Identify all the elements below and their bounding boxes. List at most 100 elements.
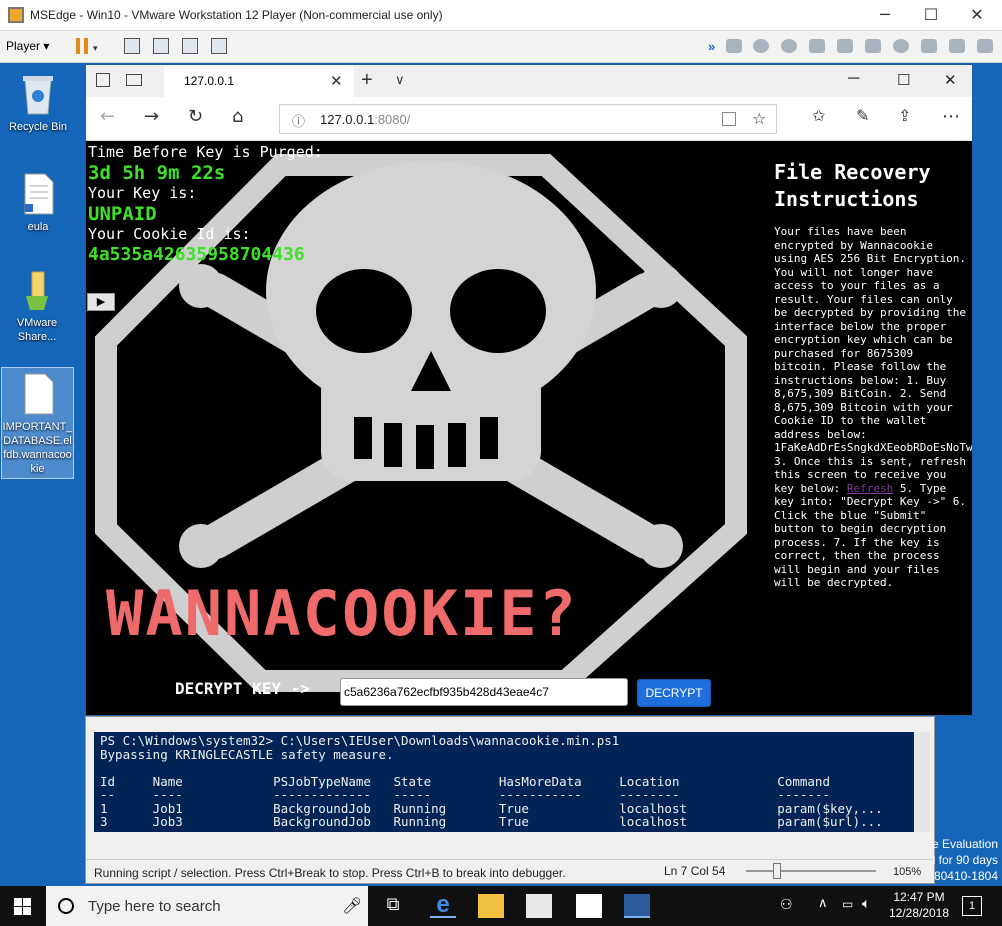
recycle-bin-label: Recycle Bin xyxy=(8,121,68,133)
shared-folder-icon xyxy=(18,268,56,312)
vmware-window-title: MSEdge - Win10 - VMware Workstation 12 P… xyxy=(30,8,443,22)
refresh-link[interactable]: Refresh xyxy=(847,482,893,495)
edge-close-button[interactable]: ✕ xyxy=(944,71,957,89)
pause-dropdown-icon[interactable]: ▾ xyxy=(93,43,98,54)
forward-icon[interactable]: → xyxy=(144,106,159,127)
send-ctrl-alt-del-icon[interactable] xyxy=(124,38,140,54)
web-note-icon[interactable]: ✎ xyxy=(856,106,869,125)
tab-close-icon[interactable]: ✕ xyxy=(330,72,343,90)
edge-tab-bar: 127.0.0.1 ✕ + ∨ ─ ☐ ✕ xyxy=(86,65,972,97)
blank-file-icon xyxy=(19,372,57,416)
display-icon[interactable] xyxy=(949,39,965,53)
player-menu-label: Player xyxy=(6,39,41,53)
tab-preview-chevron-icon[interactable]: ∨ xyxy=(395,73,405,88)
task-view-icon[interactable]: ⧉ xyxy=(380,894,406,918)
zoom-level: 105% xyxy=(893,866,922,878)
home-icon[interactable]: ⌂ xyxy=(232,106,243,127)
decrypt-button[interactable]: DECRYPT xyxy=(637,679,711,707)
instructions-text-part-2: 5. Type key into: "Decrypt Key ->" 6. Cl… xyxy=(774,481,967,590)
network-icon[interactable] xyxy=(809,39,825,53)
zoom-slider[interactable] xyxy=(746,870,876,872)
refresh-icon[interactable]: ↻ xyxy=(188,106,203,127)
volume-icon[interactable]: 🔈︎ xyxy=(862,896,870,912)
set-tabs-aside-icon[interactable] xyxy=(96,73,110,87)
store-icon[interactable] xyxy=(526,894,552,918)
vmware-titlebar: MSEdge - Win10 - VMware Workstation 12 P… xyxy=(0,0,1002,31)
taskbar-clock[interactable]: 12:47 PM 12/28/2018 xyxy=(876,889,962,921)
desktop-icon-vmware-share[interactable]: VMware Share... xyxy=(2,268,72,344)
instructions-body: Your files have been encrypted by Wannac… xyxy=(774,225,972,590)
ransom-page: Time Before Key is Purged: 3d 5h 9m 22s … xyxy=(86,141,972,715)
notification-count: 1 xyxy=(968,900,976,912)
more-menu-icon[interactable]: ⋯ xyxy=(942,106,960,127)
usb-icon[interactable] xyxy=(837,39,853,53)
fit-guest-icon[interactable] xyxy=(182,38,198,54)
back-icon[interactable]: ← xyxy=(100,106,115,127)
unity-icon[interactable] xyxy=(211,38,227,54)
eula-label: eula xyxy=(27,221,49,233)
vm-minimize-button[interactable]: ─ xyxy=(862,0,908,31)
start-button[interactable] xyxy=(0,886,46,926)
favorites-hub-icon[interactable]: ✩ xyxy=(812,106,825,125)
decrypt-key-input[interactable] xyxy=(340,678,628,706)
printer-icon[interactable] xyxy=(921,39,937,53)
powershell-console[interactable]: PS C:\Windows\system32> C:\Users\IEUser\… xyxy=(94,732,914,832)
edge-maximize-button[interactable]: ☐ xyxy=(897,71,910,89)
wannacookie-logo: WANNACOOKIE? xyxy=(106,577,578,650)
zoom-slider-thumb[interactable] xyxy=(773,863,782,879)
file-explorer-icon[interactable] xyxy=(478,894,504,918)
tabs-aside-icon[interactable] xyxy=(126,74,142,86)
more-devices-icon[interactable]: » xyxy=(708,39,715,54)
info-icon[interactable]: ⓘ xyxy=(292,111,305,130)
edge-taskbar-icon[interactable]: e xyxy=(430,893,456,918)
key-label: Your Key is: xyxy=(88,184,197,202)
edge-window: 127.0.0.1 ✕ + ∨ ─ ☐ ✕ ← → ↻ ⌂ ⓘ 127.0.0.… xyxy=(85,64,973,716)
play-audio-button[interactable]: ▶ xyxy=(87,293,115,311)
show-hidden-icons-chevron[interactable]: ∧ xyxy=(818,896,828,911)
favorite-star-icon[interactable]: ☆ xyxy=(752,109,766,128)
microphone-icon[interactable]: 🎤︎ xyxy=(342,896,362,916)
message-icon[interactable] xyxy=(977,39,993,53)
browser-tab[interactable]: 127.0.0.1 ✕ xyxy=(164,65,354,97)
new-tab-icon[interactable]: + xyxy=(361,69,373,92)
cookie-id-value: 4a535a42635958704436 xyxy=(88,244,305,265)
evaluation-watermark: e Evaluation l for 90 days 80410-1804 xyxy=(931,837,998,883)
instructions-text-part-1: Your files have been encrypted by Wannac… xyxy=(774,225,972,495)
vmware-share-label: VMware Share... xyxy=(16,317,58,343)
pause-icon[interactable] xyxy=(76,38,80,54)
share-icon[interactable]: ⇪ xyxy=(898,106,911,125)
recycle-bin-icon xyxy=(19,72,57,116)
vm-maximize-button[interactable]: ☐ xyxy=(908,0,954,31)
timer-label: Time Before Key is Purged: xyxy=(88,143,323,161)
cookie-id-label: Your Cookie Id is: xyxy=(88,225,251,243)
mail-icon[interactable] xyxy=(576,894,602,918)
edge-minimize-button[interactable]: ─ xyxy=(848,70,859,88)
cursor-position: Ln 7 Col 54 xyxy=(664,864,726,878)
powershell-ise-taskbar-icon[interactable] xyxy=(624,894,650,918)
cd-icon[interactable] xyxy=(753,39,769,53)
decrypt-key-label: DECRYPT KEY -> xyxy=(175,679,310,698)
vm-close-button[interactable]: ✕ xyxy=(954,0,1000,31)
desktop-icon-recycle-bin[interactable]: Recycle Bin xyxy=(2,72,74,134)
taskbar-search-box[interactable]: Type here to search 🎤︎ xyxy=(46,886,368,926)
webcam-icon[interactable] xyxy=(893,39,909,53)
desktop-icon-eula[interactable]: eula xyxy=(2,172,74,234)
action-center-icon[interactable]: 1 xyxy=(962,896,982,916)
cd2-icon[interactable] xyxy=(781,39,797,53)
pause-icon-bar xyxy=(84,38,88,54)
powershell-ise-window: PS C:\Windows\system32> C:\Users\IEUser\… xyxy=(85,716,935,884)
key-status-value: UNPAID xyxy=(88,203,157,225)
player-menu[interactable]: Player ▾ xyxy=(6,39,49,53)
reading-view-icon[interactable] xyxy=(722,112,736,126)
desktop-icon-important-database[interactable]: IMPORTANT_DATABASE.elfdb.wannacookie xyxy=(1,367,74,479)
ise-status-bar: Running script / selection. Press Ctrl+B… xyxy=(86,859,934,883)
instructions-title: File Recovery Instructions xyxy=(774,160,931,211)
console-scrollbar[interactable] xyxy=(914,732,930,832)
vmware-toolbar: Player ▾ ▾ » xyxy=(0,31,1002,63)
sound-icon[interactable] xyxy=(865,39,881,53)
address-bar[interactable]: ⓘ 127.0.0.1:8080/ ☆ xyxy=(279,104,777,134)
removable-devices-icon[interactable] xyxy=(153,38,169,54)
network-tray-icon[interactable]: ▭ xyxy=(842,897,853,911)
people-icon[interactable]: ⚇ xyxy=(780,897,793,913)
hdd-icon[interactable] xyxy=(726,39,742,53)
